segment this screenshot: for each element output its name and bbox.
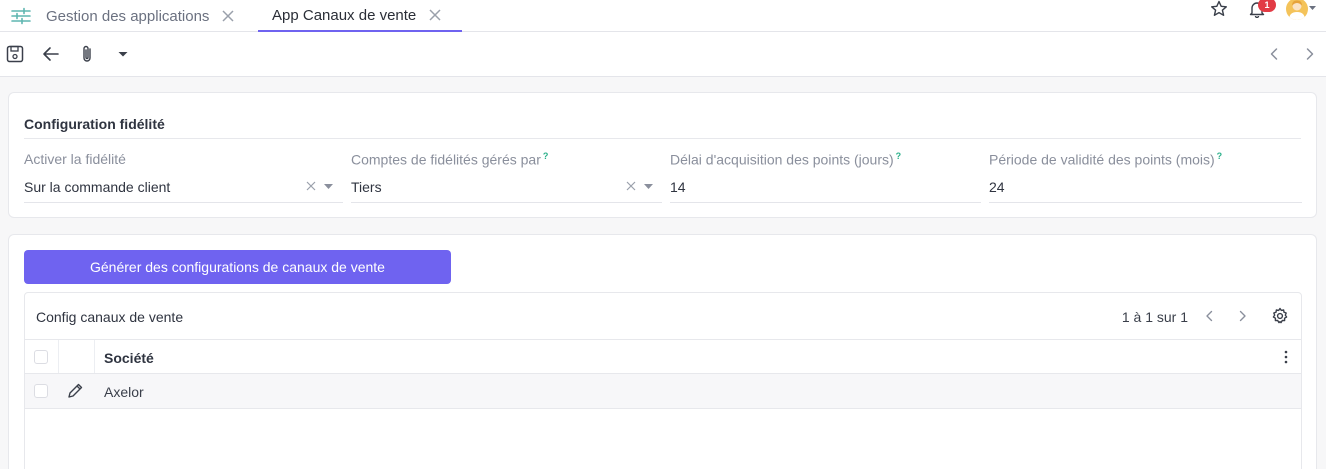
chevron-left-icon[interactable] <box>1203 309 1215 323</box>
close-icon[interactable] <box>428 8 442 22</box>
row-checkbox[interactable] <box>34 384 48 398</box>
help-icon[interactable]: ? <box>1217 151 1223 161</box>
paperclip-icon[interactable] <box>77 44 97 64</box>
field-label: Activer la fidélité <box>24 151 126 167</box>
tab-gestion-applications[interactable]: Gestion des applications <box>0 0 235 32</box>
caret-down-icon[interactable] <box>113 44 133 64</box>
field-label: Délai d'acquisition des points (jours)? <box>670 151 902 168</box>
tab-app-canaux-vente[interactable]: App Canaux de vente <box>258 0 462 32</box>
notification-badge: 1 <box>1258 0 1276 12</box>
column-divider <box>58 340 59 373</box>
gear-icon[interactable] <box>1271 307 1289 325</box>
avatar[interactable] <box>1286 0 1308 20</box>
tab-label: Gestion des applications <box>46 7 210 25</box>
sliders-icon <box>11 7 31 25</box>
section-title: Configuration fidélité <box>24 116 165 132</box>
more-vertical-icon[interactable] <box>1283 349 1289 365</box>
grid-header-row: Société <box>25 339 1301 374</box>
chevron-right-icon[interactable] <box>1300 44 1320 64</box>
column-header-company[interactable]: Société <box>104 350 154 366</box>
generate-configurations-button[interactable]: Générer des configurations de canaux de … <box>24 250 451 284</box>
field-label: Comptes de fidélités gérés par? <box>351 151 549 168</box>
tab-label: App Canaux de vente <box>272 6 417 24</box>
activate-loyalty-select[interactable]: Sur la commande client <box>24 171 343 203</box>
arrow-left-icon[interactable] <box>41 44 61 64</box>
field-activate-loyalty: Activer la fidélité Sur la commande clie… <box>24 151 343 203</box>
points-validity-input[interactable]: 24 <box>989 171 1302 203</box>
chevron-left-icon[interactable] <box>1264 44 1284 64</box>
points-delay-input[interactable]: 14 <box>670 171 981 203</box>
clear-icon[interactable] <box>306 181 316 191</box>
save-icon[interactable] <box>5 44 25 64</box>
pagination-info: 1 à 1 sur 1 <box>1121 309 1188 325</box>
field-points-validity: Période de validité des points (mois)? 2… <box>989 151 1302 203</box>
toolbar <box>0 32 1326 77</box>
close-icon[interactable] <box>221 9 235 23</box>
accounts-managed-by-select[interactable]: Tiers <box>351 171 662 203</box>
caret-down-icon[interactable] <box>644 184 653 189</box>
table-row[interactable]: Axelor <box>25 374 1301 409</box>
star-icon[interactable] <box>1210 0 1228 18</box>
section-divider <box>24 138 1301 139</box>
clear-icon[interactable] <box>626 181 636 191</box>
loyalty-config-panel: Configuration fidélité Activer la fidéli… <box>8 92 1317 218</box>
chevron-right-icon[interactable] <box>1237 309 1249 323</box>
field-accounts-managed-by: Comptes de fidélités gérés par? Tiers <box>351 151 662 203</box>
grid-title: Config canaux de vente <box>36 309 184 325</box>
caret-down-icon[interactable] <box>1309 5 1316 11</box>
field-label: Période de validité des points (mois)? <box>989 151 1223 168</box>
help-icon[interactable]: ? <box>896 151 902 161</box>
tab-bar: Gestion des applications App Canaux de v… <box>0 0 1326 32</box>
sales-channel-config-grid: Config canaux de vente 1 à 1 sur 1 Socié… <box>24 292 1302 469</box>
cell-company: Axelor <box>104 384 144 400</box>
user-avatar-icon <box>1289 0 1305 20</box>
field-points-delay: Délai d'acquisition des points (jours)? … <box>670 151 981 203</box>
sales-channels-panel: Générer des configurations de canaux de … <box>8 234 1317 469</box>
column-divider <box>94 340 95 373</box>
help-icon[interactable]: ? <box>543 151 549 161</box>
pencil-icon[interactable] <box>66 382 84 400</box>
select-all-checkbox[interactable] <box>34 350 48 364</box>
caret-down-icon[interactable] <box>324 184 333 189</box>
